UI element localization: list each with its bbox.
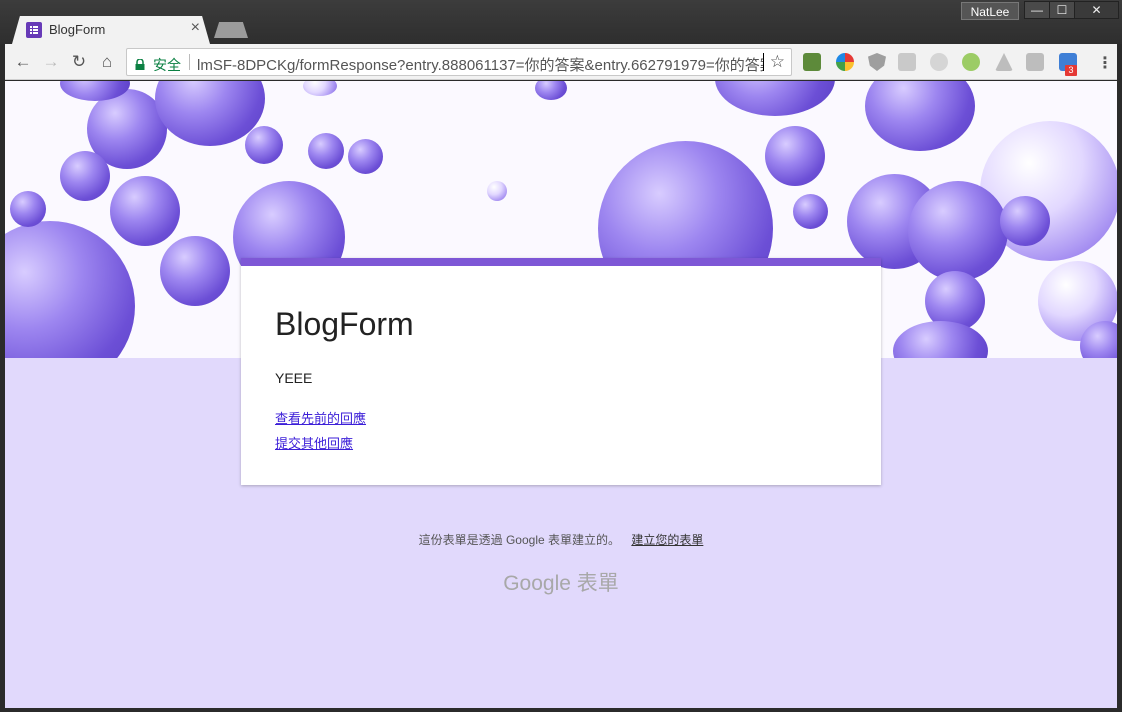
text-caret (763, 53, 764, 71)
address-bar[interactable]: 安全 lmSF-8DPCKg/formResponse?entry.888061… (126, 48, 792, 76)
secure-label: 安全 (153, 57, 181, 73)
tab-title: BlogForm (49, 22, 106, 37)
bubble-decoration (535, 81, 567, 100)
shield-icon[interactable] (868, 53, 886, 71)
bubble-decoration (908, 181, 1008, 281)
browser-window: BlogForm × NatLee — ☐ ✕ ← → ↻ ⌂ 安全 lmSF-… (0, 0, 1122, 712)
new-tab-button[interactable] (214, 22, 248, 38)
bubble-decoration (1000, 196, 1050, 246)
bubble-decoration (765, 126, 825, 186)
extension-camera-icon[interactable] (930, 53, 948, 71)
form-card: BlogForm YEEE 查看先前的回應 提交其他回應 (241, 258, 881, 485)
form-title: BlogForm (275, 306, 414, 342)
view-previous-responses-link[interactable]: 查看先前的回應 (275, 408, 366, 427)
bubble-decoration (10, 191, 46, 227)
footer-text: 這份表單是透過 Google 表單建立的。 (418, 533, 620, 547)
extension-colorful-icon[interactable] (836, 53, 854, 71)
minimize-button[interactable]: — (1024, 1, 1050, 19)
extension-badge: 3 (1065, 65, 1077, 76)
close-window-button[interactable]: ✕ (1074, 1, 1119, 19)
submit-another-response-link[interactable]: 提交其他回應 (275, 433, 353, 452)
url-text[interactable]: lmSF-8DPCKg/formResponse?entry.888061137… (197, 54, 763, 75)
bubble-decoration (487, 181, 507, 201)
bubble-decoration (110, 176, 180, 246)
profile-button[interactable]: NatLee (961, 2, 1019, 20)
bubble-decoration (308, 133, 344, 169)
bubble-decoration (893, 321, 988, 358)
forms-icon (26, 22, 42, 38)
pdf-icon[interactable] (1026, 53, 1044, 71)
forward-button[interactable]: → (41, 52, 61, 72)
home-button[interactable]: ⌂ (97, 52, 117, 72)
bubble-decoration (715, 81, 835, 116)
back-button[interactable]: ← (13, 52, 33, 72)
footer-note: 這份表單是透過 Google 表單建立的。 建立您的表單 (5, 531, 1117, 548)
menu-dots-icon[interactable]: ⋮ (1097, 53, 1113, 73)
bubble-decoration (865, 81, 975, 151)
google-forms-logo[interactable]: Google 表單 (5, 567, 1117, 597)
extension-evernote-icon[interactable] (803, 53, 821, 71)
lock-icon (135, 57, 145, 70)
extension-image-icon[interactable] (898, 53, 916, 71)
bubble-decoration (348, 139, 383, 174)
page-content: BlogForm YEEE 查看先前的回應 提交其他回應 這份表單是透過 Goo… (5, 81, 1117, 708)
bubble-decoration (245, 126, 283, 164)
maximize-button[interactable]: ☐ (1049, 1, 1075, 19)
bubble-decoration (60, 151, 110, 201)
reload-button[interactable]: ↻ (69, 52, 89, 72)
bubble-decoration (303, 81, 337, 96)
tab-strip: BlogForm × NatLee — ☐ ✕ (0, 0, 1122, 44)
extension-chat-icon[interactable] (962, 53, 980, 71)
bubble-decoration (793, 194, 828, 229)
create-form-link[interactable]: 建立您的表單 (631, 533, 703, 547)
drive-icon[interactable] (995, 53, 1013, 71)
tab-close-icon[interactable]: × (191, 19, 200, 37)
bubble-decoration (5, 221, 135, 358)
form-description: YEEE (275, 370, 313, 386)
tab-blogform[interactable]: BlogForm × (12, 16, 210, 44)
bookmark-star-icon[interactable]: ☆ (770, 52, 785, 72)
omnibox-divider (189, 54, 190, 70)
bubble-decoration (160, 236, 230, 306)
browser-toolbar: ← → ↻ ⌂ 安全 lmSF-8DPCKg/formResponse?entr… (5, 44, 1117, 80)
